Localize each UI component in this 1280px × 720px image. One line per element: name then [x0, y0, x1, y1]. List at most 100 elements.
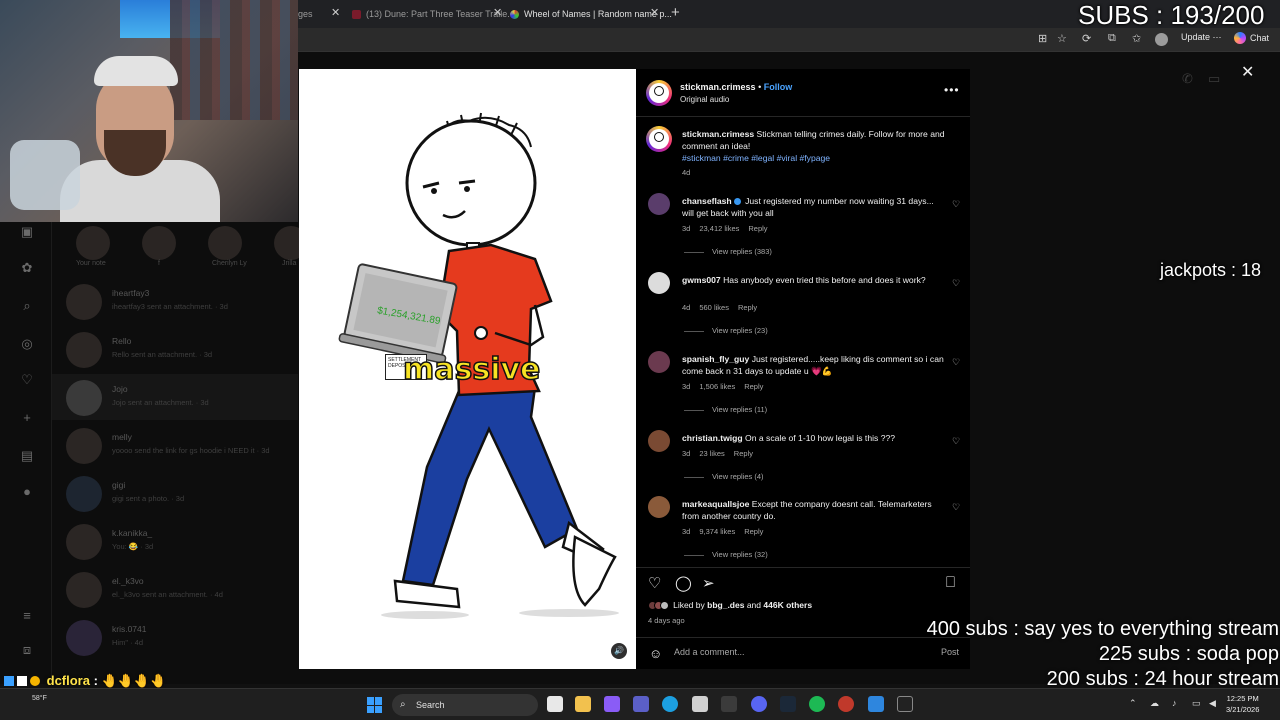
teams-icon[interactable]	[633, 696, 649, 712]
heart-icon[interactable]: ♡	[19, 372, 35, 388]
view-replies-button[interactable]: View replies (11)	[684, 405, 767, 414]
comment-input[interactable]: Add a comment...	[674, 647, 745, 657]
reply-button[interactable]: Reply	[748, 224, 767, 233]
reply-button[interactable]: Reply	[744, 382, 763, 391]
search-icon[interactable]: ⌕	[19, 298, 35, 314]
heart-icon[interactable]: ♡	[952, 502, 960, 513]
list-item[interactable]: gigi gigi sent a photo. · 3d	[52, 470, 298, 516]
taskbar-search[interactable]: ⌕ Search	[392, 694, 538, 716]
share-send-icon[interactable]: ➢	[702, 574, 715, 592]
list-item[interactable]: iheartfay3 iheartfay3 sent an attachment.…	[52, 278, 298, 324]
task-view-icon[interactable]	[547, 696, 563, 712]
caption-hashtags[interactable]: #stickman #crime #legal #viral #fypage	[682, 153, 830, 163]
close-modal-icon[interactable]: ✕	[1241, 62, 1254, 82]
apps-icon[interactable]: ⧈	[19, 642, 35, 658]
dashboard-icon[interactable]: ▤	[19, 448, 35, 464]
view-replies-button[interactable]: View replies (383)	[684, 247, 772, 256]
reply-button[interactable]: Reply	[744, 527, 763, 536]
collections-icon[interactable]: ⧉	[1108, 32, 1116, 45]
avatar[interactable]	[648, 430, 670, 452]
tab-wheel-of-names[interactable]: Wheel of Names | Random name p...	[510, 4, 672, 24]
list-item[interactable]: Jojo Jojo sent an attachment. · 3d	[52, 374, 298, 420]
tray-chevron-icon[interactable]: ⌃	[1129, 698, 1137, 709]
edge-icon[interactable]	[662, 696, 678, 712]
store-icon[interactable]	[692, 696, 708, 712]
view-replies-button[interactable]: View replies (32)	[684, 550, 768, 559]
note-avatar[interactable]	[208, 226, 242, 260]
favorites-icon[interactable]: ✩	[1132, 32, 1141, 45]
steam-icon[interactable]	[780, 696, 796, 712]
comment-likes[interactable]: 9,374 likes	[699, 527, 735, 536]
comment-likes[interactable]: 560 likes	[699, 303, 729, 312]
threads-icon[interactable]: ✿	[19, 260, 35, 276]
note-avatar[interactable]	[142, 226, 176, 260]
app-icon[interactable]	[721, 696, 737, 712]
comment-username[interactable]: christian.twigg	[682, 433, 743, 443]
menu-icon[interactable]: ≡	[19, 608, 35, 624]
list-item[interactable]: el._k3vo el._k3vo sent an attachment. · 4…	[52, 566, 298, 612]
volume-icon[interactable]: ◀	[1209, 698, 1216, 709]
comment-likes[interactable]: 23 likes	[699, 449, 724, 458]
tab-close-icon[interactable]: ✕	[331, 6, 340, 19]
mute-button[interactable]: 🔊	[611, 643, 627, 659]
original-audio-link[interactable]: Original audio	[680, 95, 729, 104]
mic-icon[interactable]: ♪	[1172, 698, 1177, 708]
avatar[interactable]	[648, 272, 670, 294]
caption-username[interactable]: stickman.crimess	[682, 129, 754, 139]
profile-avatar[interactable]	[1155, 33, 1168, 46]
discord-icon[interactable]	[751, 696, 767, 712]
comment-likes[interactable]: 1,506 likes	[699, 382, 735, 391]
extensions-icon[interactable]: ⟳	[1082, 32, 1091, 45]
liked-by-user[interactable]: bbg_.des	[707, 600, 744, 610]
explore-icon[interactable]: ◎	[19, 336, 35, 352]
heart-icon[interactable]: ♡	[952, 199, 960, 210]
list-item[interactable]: kris.0741 Him" · 4d	[52, 614, 298, 660]
comment-username[interactable]: spanish_fly_guy	[682, 354, 749, 364]
reply-button[interactable]: Reply	[734, 449, 753, 458]
follow-button[interactable]: Follow	[764, 82, 793, 92]
comment-bubble-icon[interactable]: ◯	[675, 574, 692, 592]
caption-avatar[interactable]	[646, 126, 672, 152]
tab-close-icon[interactable]: ✕	[493, 6, 502, 19]
comment-username[interactable]: markeaquallsjoe	[682, 499, 749, 509]
like-heart-icon[interactable]: ♡	[648, 574, 661, 592]
comment-likes[interactable]: 23,412 likes	[699, 224, 739, 233]
app-icon[interactable]	[868, 696, 884, 712]
heart-icon[interactable]: ♡	[952, 436, 960, 447]
comment-username[interactable]: chanseflash	[682, 196, 732, 206]
profile-icon[interactable]: ●	[19, 484, 35, 500]
list-item[interactable]: k.kanikka_ You: 😂 · 3d	[52, 518, 298, 564]
avatar[interactable]	[648, 351, 670, 373]
split-screen-icon[interactable]: ⊞	[1038, 32, 1047, 45]
system-clock[interactable]: 12:25 PM 3/21/2026	[1226, 693, 1259, 715]
new-tab-icon[interactable]: +	[671, 4, 680, 21]
bookmark-icon[interactable]: ⎕	[946, 574, 955, 591]
author-avatar[interactable]	[646, 80, 672, 106]
copilot-chat-button[interactable]: Chat	[1234, 32, 1269, 44]
more-options-icon[interactable]: •••	[944, 83, 960, 97]
emoji-icon[interactable]: ☺	[649, 646, 662, 661]
avatar[interactable]	[648, 496, 670, 518]
list-item[interactable]: melly yoooo send the link for gs hoodie i…	[52, 422, 298, 468]
create-icon[interactable]: +	[19, 410, 35, 426]
comment-username[interactable]: gwms007	[682, 275, 721, 285]
view-replies-button[interactable]: View replies (23)	[684, 326, 768, 335]
obs-icon[interactable]	[838, 696, 854, 712]
reels-icon[interactable]: ▣	[19, 224, 35, 240]
update-button[interactable]: Update ⋯	[1181, 32, 1222, 43]
weather-widget[interactable]: 58°F	[32, 695, 47, 702]
liked-by-count[interactable]: 446K others	[763, 600, 812, 610]
heart-icon[interactable]: ♡	[952, 278, 960, 289]
tab-close-icon[interactable]: ✕	[650, 6, 659, 19]
avatar[interactable]	[648, 193, 670, 215]
reply-button[interactable]: Reply	[738, 303, 757, 312]
copilot-app-icon[interactable]	[604, 696, 620, 712]
note-avatar[interactable]	[76, 226, 110, 260]
file-explorer-icon[interactable]	[575, 696, 591, 712]
windows-start-icon[interactable]	[367, 697, 383, 713]
favorite-star-icon[interactable]: ☆	[1057, 32, 1067, 45]
network-icon[interactable]: ▭	[1192, 698, 1201, 709]
list-item[interactable]: Rello Rello sent an attachment. · 3d	[52, 326, 298, 372]
heart-icon[interactable]: ♡	[952, 357, 960, 368]
tab-dune[interactable]: (13) Dune: Part Three Teaser Traile...	[352, 4, 515, 24]
